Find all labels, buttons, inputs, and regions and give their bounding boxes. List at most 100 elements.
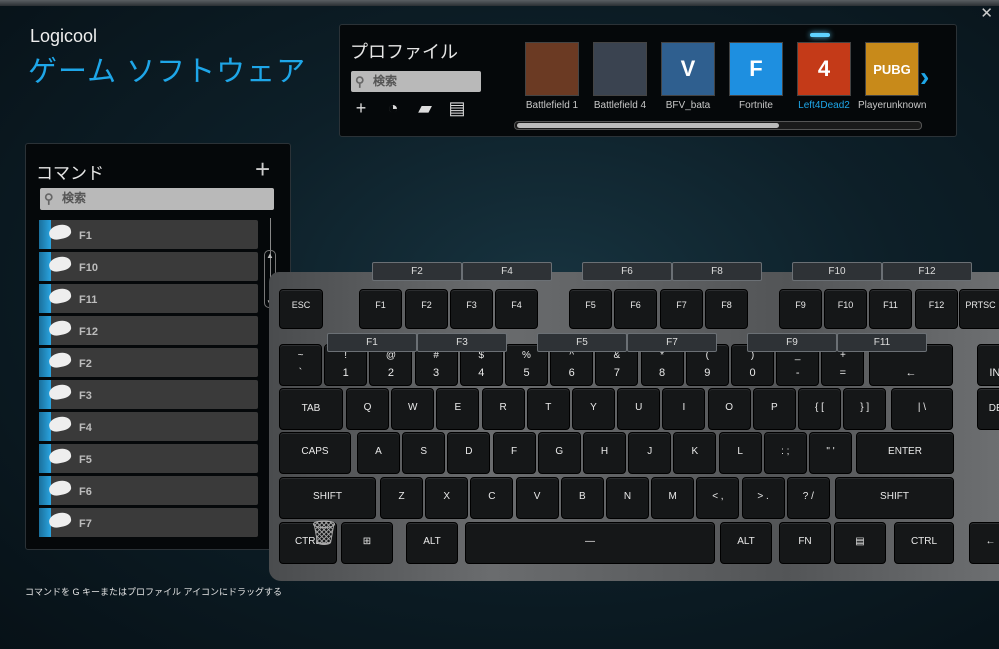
key-b1[interactable]: ⊞ [341, 522, 393, 564]
add-profile-icon[interactable]: + [350, 97, 372, 119]
key-0[interactable]: TAB [279, 388, 343, 430]
key-b3[interactable]: — [465, 522, 715, 564]
profiles-scrollbar[interactable] [514, 121, 922, 130]
key-f6[interactable]: F6 [614, 289, 657, 329]
key-f11[interactable]: F11 [869, 289, 912, 329]
history-clock-icon[interactable]: ◔ [382, 97, 404, 119]
key-f3[interactable]: F3 [450, 289, 493, 329]
assigned-command-tag[interactable]: F1 [327, 333, 417, 352]
assigned-command-tag[interactable]: F4 [462, 262, 552, 281]
command-item[interactable]: F10 [39, 252, 258, 281]
key-14[interactable]: DEL [977, 388, 999, 430]
key-1[interactable]: Z [380, 477, 423, 519]
key-10[interactable]: P [752, 388, 796, 430]
key-num-14[interactable]: INS [977, 344, 999, 386]
key-1[interactable]: A [357, 432, 400, 474]
key-5[interactable]: T [526, 388, 570, 430]
key-2[interactable]: S [402, 432, 446, 474]
profile-1[interactable]: Battlefield 1 [518, 41, 586, 111]
add-command-button[interactable]: + [255, 156, 270, 182]
command-item[interactable]: F11 [39, 284, 258, 313]
assigned-command-tag[interactable]: F11 [837, 333, 927, 352]
close-icon[interactable]: ✕ [980, 4, 993, 22]
assigned-command-tag[interactable]: F10 [792, 262, 882, 281]
trash-icon[interactable]: 🗑 [309, 519, 339, 548]
profiles-scroll-thumb[interactable] [517, 123, 779, 128]
key-6[interactable]: N [606, 477, 649, 519]
key-10[interactable]: : ; [763, 432, 807, 474]
key-5[interactable]: B [560, 477, 604, 519]
key-7[interactable]: U [617, 388, 661, 430]
key-7[interactable]: J [628, 432, 672, 474]
key-4[interactable]: R [481, 388, 525, 430]
key-8[interactable]: K [673, 432, 717, 474]
key-2[interactable]: W [391, 388, 435, 430]
key-9[interactable]: L [718, 432, 762, 474]
assigned-command-tag[interactable]: F2 [372, 262, 462, 281]
key-0[interactable]: SHIFT [279, 477, 376, 519]
key-3[interactable]: E [436, 388, 480, 430]
key-11[interactable]: { [ [798, 388, 841, 430]
command-item[interactable]: F7 [39, 508, 258, 537]
profile-2[interactable]: Battlefield 4 [586, 41, 654, 111]
key-prtsc[interactable]: PRTSC [959, 289, 999, 329]
key-8[interactable]: I [662, 388, 706, 430]
command-item[interactable]: F2 [39, 348, 258, 377]
key-10[interactable]: ? / [786, 477, 830, 519]
key-f2[interactable]: F2 [405, 289, 448, 329]
key-f9[interactable]: F9 [779, 289, 822, 329]
key-f10[interactable]: F10 [824, 289, 867, 329]
chevron-right-icon[interactable]: › [920, 61, 929, 93]
command-item[interactable]: F6 [39, 476, 258, 505]
profile-3[interactable]: V BFV_bata [654, 41, 722, 111]
key-f5[interactable]: F5 [569, 289, 612, 329]
key-13[interactable]: | \ [891, 388, 953, 430]
assigned-command-tag[interactable]: F8 [672, 262, 762, 281]
profile-5[interactable]: 4 Left4Dead2 [790, 41, 858, 111]
key-9[interactable]: > . [741, 477, 785, 519]
key-3[interactable]: C [470, 477, 514, 519]
key-f4[interactable]: F4 [495, 289, 538, 329]
assigned-command-tag[interactable]: F12 [882, 262, 972, 281]
key-7[interactable]: M [651, 477, 695, 519]
profile-4[interactable]: F Fortnite [722, 41, 790, 111]
key-1[interactable]: Q [346, 388, 389, 430]
key-b7[interactable]: CTRL [894, 522, 954, 564]
key-b2[interactable]: ALT [406, 522, 458, 564]
key-f7[interactable]: F7 [660, 289, 703, 329]
key-12[interactable]: } ] [843, 388, 887, 430]
assigned-command-tag[interactable]: F6 [582, 262, 672, 281]
assigned-command-tag[interactable]: F7 [627, 333, 717, 352]
key-num-0[interactable]: ~ ` [279, 344, 322, 386]
chevron-up-icon[interactable]: ▲ [265, 251, 275, 260]
key-esc[interactable]: ESC [279, 289, 323, 329]
key-11[interactable]: " ' [809, 432, 852, 474]
key-0[interactable]: CAPS [279, 432, 351, 474]
key-5[interactable]: G [537, 432, 581, 474]
printer-icon[interactable]: ▤ [446, 97, 468, 119]
key-b8[interactable]: ← [969, 522, 999, 564]
key-4[interactable]: F [492, 432, 536, 474]
assigned-command-tag[interactable]: F9 [747, 333, 837, 352]
key-f1[interactable]: F1 [359, 289, 402, 329]
key-9[interactable]: O [707, 388, 751, 430]
key-11[interactable]: SHIFT [835, 477, 954, 519]
key-4[interactable]: V [515, 477, 559, 519]
command-item[interactable]: F3 [39, 380, 258, 409]
key-3[interactable]: D [447, 432, 491, 474]
key-b4[interactable]: ALT [720, 522, 772, 564]
key-f8[interactable]: F8 [705, 289, 748, 329]
folder-icon[interactable]: ▰ [414, 97, 436, 119]
key-b6[interactable]: ▤ [834, 522, 886, 564]
key-6[interactable]: H [583, 432, 626, 474]
command-search-input[interactable]: ⚲ 検索 [40, 188, 274, 210]
assigned-command-tag[interactable]: F3 [417, 333, 507, 352]
profile-search-input[interactable]: ⚲ 検索 [351, 71, 481, 92]
command-item[interactable]: F4 [39, 412, 258, 441]
key-b5[interactable]: FN [779, 522, 831, 564]
command-item[interactable]: F1 [39, 220, 258, 249]
key-6[interactable]: Y [572, 388, 615, 430]
command-item[interactable]: F12 [39, 316, 258, 345]
key-2[interactable]: X [425, 477, 469, 519]
command-item[interactable]: F5 [39, 444, 258, 473]
